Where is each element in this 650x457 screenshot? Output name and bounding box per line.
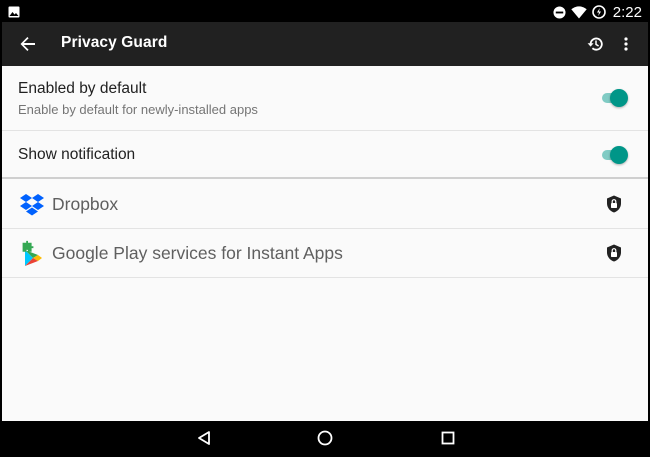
back-button[interactable] <box>16 32 40 56</box>
arrow-back-icon <box>20 37 35 51</box>
battery-icon <box>591 5 606 19</box>
settings-list: Enabled by default Enable by default for… <box>2 66 648 421</box>
navigation-bar <box>2 421 648 455</box>
dropbox-icon <box>20 194 44 216</box>
google-play-instant-icon <box>22 240 42 266</box>
image-notification-icon <box>8 6 20 18</box>
app-name: Dropbox <box>52 194 119 214</box>
more-vert-icon <box>624 37 628 51</box>
device-screen: 2:22 Privacy Guard Enabled by default En… <box>0 0 650 457</box>
history-icon <box>587 37 603 51</box>
setting-title: Show notification <box>18 146 136 163</box>
page-title: Privacy Guard <box>61 34 168 51</box>
shield-icon <box>607 244 621 262</box>
status-icons: 2:22 <box>553 3 642 21</box>
app-name: Google Play services for Instant Apps <box>52 243 343 263</box>
setting-show-notification[interactable]: Show notification <box>2 131 648 179</box>
enabled-by-default-toggle[interactable] <box>602 88 628 108</box>
more-options-button[interactable] <box>614 32 638 56</box>
shield-icon <box>607 195 621 213</box>
nav-home-button[interactable] <box>315 428 335 448</box>
do-not-disturb-icon <box>553 5 566 19</box>
setting-summary: Enable by default for newly-installed ap… <box>18 102 258 117</box>
app-item-dropbox[interactable]: Dropbox <box>2 180 648 229</box>
nav-recents-icon <box>441 431 455 445</box>
nav-recents-button[interactable] <box>438 428 458 448</box>
nav-home-icon <box>317 430 333 446</box>
app-item-google-play-instant[interactable]: Google Play services for Instant Apps <box>2 229 648 278</box>
wifi-icon <box>571 5 587 18</box>
setting-title: Enabled by default <box>18 80 147 97</box>
status-time: 2:22 <box>612 3 642 21</box>
toggle-thumb <box>610 146 628 164</box>
setting-enabled-by-default[interactable]: Enabled by default Enable by default for… <box>2 66 648 131</box>
nav-back-button[interactable] <box>194 428 214 448</box>
toggle-thumb <box>610 89 628 107</box>
show-notification-toggle[interactable] <box>602 145 628 165</box>
nav-back-icon <box>198 431 210 445</box>
status-bar: 2:22 <box>2 2 648 22</box>
app-bar: Privacy Guard <box>2 22 648 66</box>
history-button[interactable] <box>584 32 608 56</box>
